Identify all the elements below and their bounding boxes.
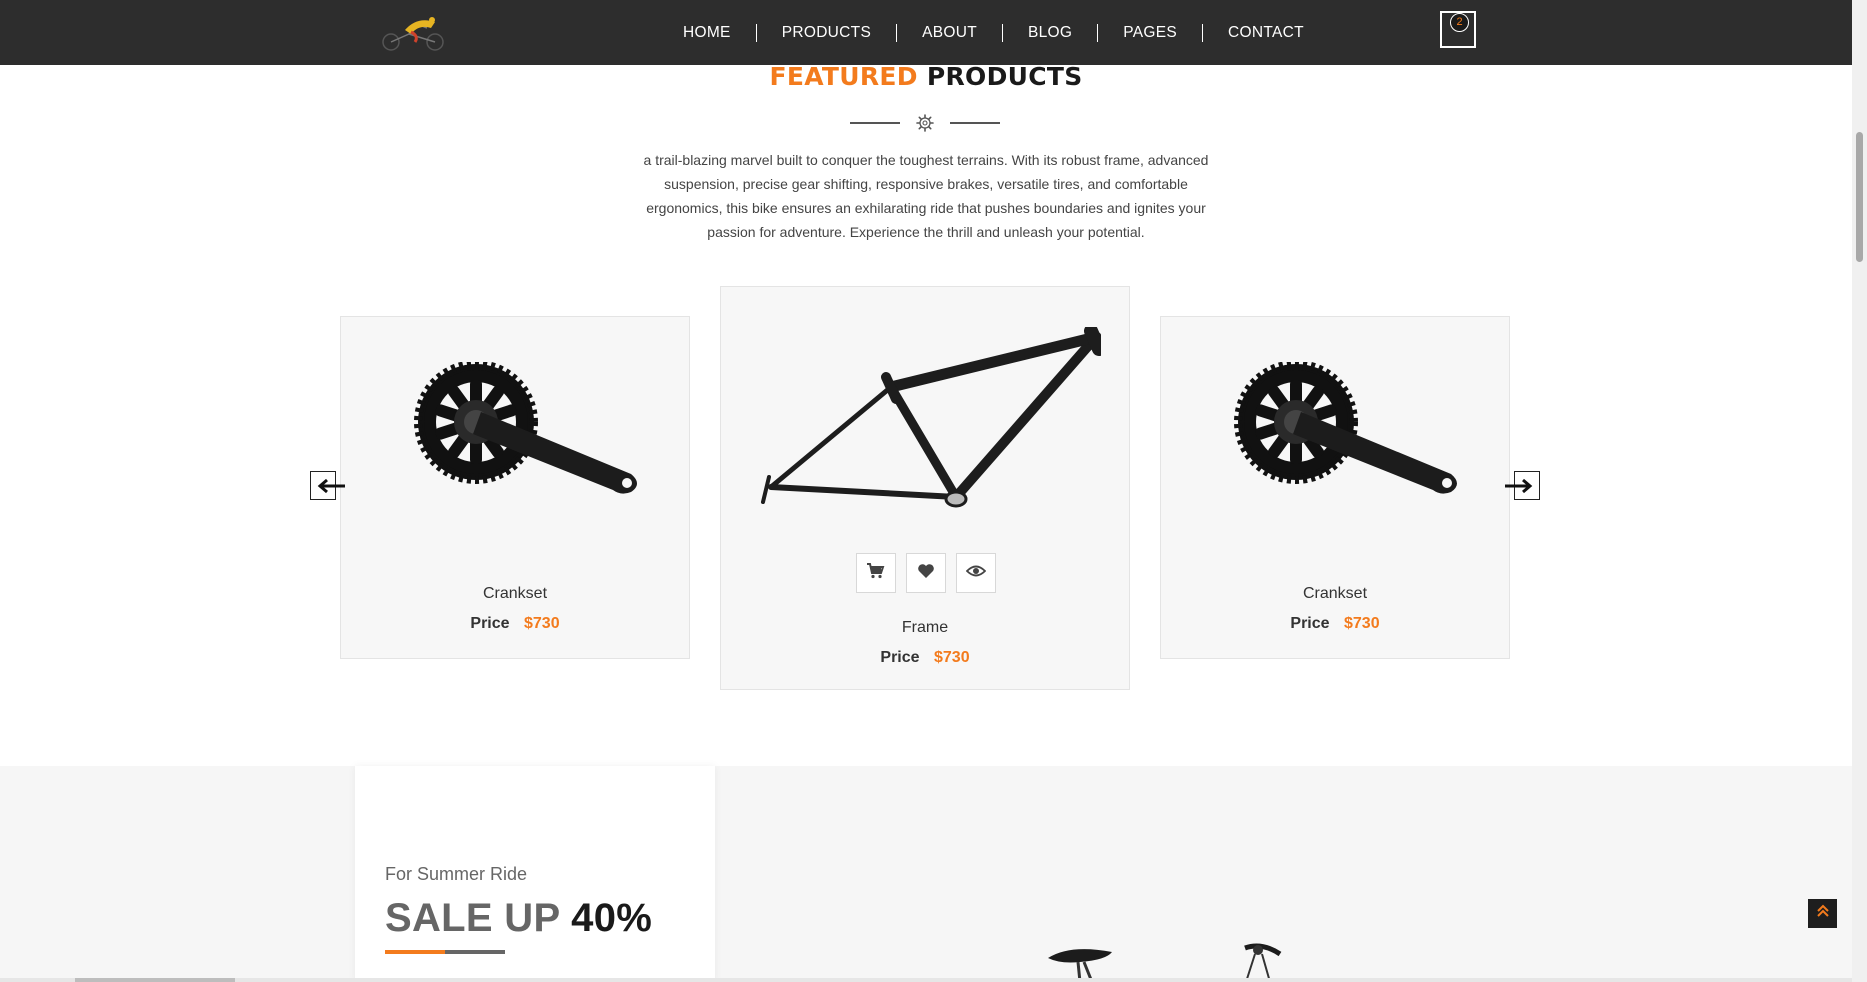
section-title: FEATURED PRODUCTS	[0, 62, 1852, 91]
bike-image	[1040, 940, 1320, 982]
bike-frame-image[interactable]	[751, 324, 1106, 532]
sale-heading: SALE UP 40%	[385, 896, 653, 940]
logo-icon[interactable]	[375, 12, 455, 52]
product-card[interactable]: Crankset Price $730	[340, 316, 690, 659]
sale-underline	[385, 950, 505, 954]
product-price: Price $730	[880, 649, 970, 666]
cart-button[interactable]: 2	[1440, 11, 1476, 48]
product-price: Price $730	[1290, 615, 1380, 632]
back-to-top-button[interactable]	[1808, 899, 1837, 928]
nav-contact[interactable]: CONTACT	[1202, 23, 1329, 42]
product-card[interactable]: Crankset Price $730	[1160, 316, 1510, 659]
horizontal-scrollbar[interactable]	[0, 978, 1852, 982]
nav-blog[interactable]: BLOG	[1002, 23, 1097, 42]
nav-products[interactable]: PRODUCTS	[755, 23, 896, 42]
product-name[interactable]: Frame	[721, 619, 1129, 637]
quick-view-button[interactable]	[956, 553, 996, 593]
carousel-prev-button[interactable]	[310, 471, 345, 500]
product-price: Price $730	[470, 615, 560, 632]
nav-pages[interactable]: PAGES	[1097, 23, 1202, 42]
vertical-scrollbar[interactable]	[1852, 0, 1867, 982]
main-nav: HOME PRODUCTS ABOUT BLOG PAGES CONTACT	[658, 0, 1329, 65]
crankset-image[interactable]	[1201, 360, 1471, 517]
section-description: a trail-blazing marvel built to conquer …	[643, 152, 1209, 240]
product-name[interactable]: Crankset	[341, 585, 689, 603]
nav-home[interactable]: HOME	[658, 24, 756, 42]
wishlist-button[interactable]	[906, 553, 946, 593]
product-card[interactable]: Frame Price $730	[720, 286, 1130, 690]
heart-icon	[917, 563, 935, 584]
section-title-rest: PRODUCTS	[926, 62, 1083, 91]
title-divider	[850, 114, 1000, 132]
cart-icon	[867, 562, 885, 584]
sale-banner: For Summer Ride SALE UP 40%	[355, 766, 715, 982]
nav-about[interactable]: ABOUT	[896, 23, 1002, 42]
add-to-cart-button[interactable]	[856, 553, 896, 593]
chevron-up-icon	[1816, 904, 1830, 923]
product-name[interactable]: Crankset	[1161, 585, 1509, 603]
cart-count-badge: 2	[1450, 13, 1469, 32]
sale-kicker: For Summer Ride	[385, 864, 528, 884]
eye-icon	[965, 564, 987, 583]
carousel-next-button[interactable]	[1505, 471, 1540, 500]
sale-section	[0, 766, 1852, 982]
product-actions	[856, 553, 996, 593]
scrollbar-thumb[interactable]	[1856, 132, 1863, 262]
top-navbar: HOME PRODUCTS ABOUT BLOG PAGES CONTACT 2	[0, 0, 1852, 65]
gear-icon	[916, 114, 934, 132]
section-title-accent: FEATURED	[769, 62, 918, 91]
crankset-image[interactable]	[381, 360, 651, 517]
